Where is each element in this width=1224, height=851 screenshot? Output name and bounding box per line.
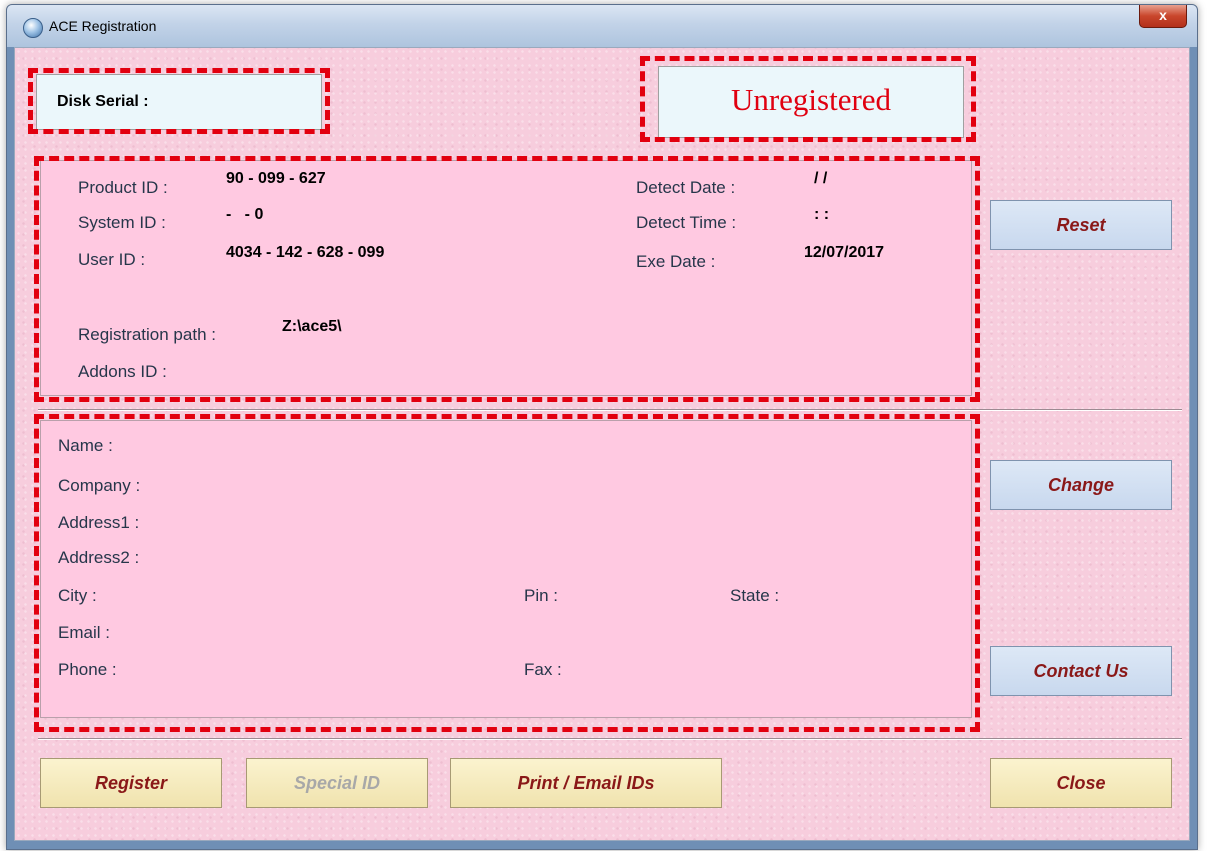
- addons-id-label: Addons ID :: [78, 362, 167, 381]
- detect-time-label: Detect Time :: [636, 213, 737, 232]
- window-title: ACE Registration: [49, 18, 157, 34]
- window-close-button[interactable]: x: [1139, 5, 1187, 28]
- exe-date-label: Exe Date :: [636, 252, 716, 271]
- system-id-value: - - 0: [226, 206, 264, 223]
- separator-bottom: [38, 738, 1182, 740]
- system-id-label: System ID :: [78, 213, 166, 232]
- fax-label: Fax :: [524, 660, 562, 679]
- disk-serial-highlight: [28, 68, 330, 134]
- special-id-button[interactable]: Special ID: [246, 758, 428, 808]
- product-id-label: Product ID :: [78, 178, 168, 197]
- company-label: Company :: [58, 476, 141, 495]
- separator-top: [38, 409, 1182, 411]
- user-id-label: User ID :: [78, 250, 146, 269]
- contact-us-button[interactable]: Contact Us: [990, 646, 1172, 696]
- title-bar[interactable]: ACE Registration x: [7, 5, 1197, 47]
- email-label: Email :: [58, 623, 110, 642]
- detect-date-value: / /: [814, 170, 828, 187]
- state-label: State :: [730, 586, 780, 605]
- address2-label: Address2 :: [58, 548, 140, 567]
- city-label: City :: [58, 586, 97, 605]
- status-highlight: [640, 56, 976, 142]
- close-button[interactable]: Close: [990, 758, 1172, 808]
- print-email-ids-button[interactable]: Print / Email IDs: [450, 758, 722, 808]
- change-button[interactable]: Change: [990, 460, 1172, 510]
- name-label: Name :: [58, 436, 113, 455]
- registration-path-value: Z:\ace5\: [282, 318, 342, 335]
- product-id-value: 90 - 099 - 627: [226, 170, 326, 187]
- phone-label: Phone :: [58, 660, 117, 679]
- detect-date-label: Detect Date :: [636, 178, 736, 197]
- exe-date-value: 12/07/2017: [804, 244, 885, 261]
- reset-button[interactable]: Reset: [990, 200, 1172, 250]
- contact-panel-highlight: [34, 414, 980, 732]
- ids-panel-highlight: [34, 156, 980, 402]
- pin-label: Pin :: [524, 586, 559, 605]
- address1-label: Address1 :: [58, 513, 140, 532]
- detect-time-value: : :: [814, 206, 830, 223]
- registration-path-label: Registration path :: [78, 325, 216, 344]
- register-button[interactable]: Register: [40, 758, 222, 808]
- app-icon: [23, 18, 43, 38]
- user-id-value: 4034 - 142 - 628 - 099: [226, 244, 385, 261]
